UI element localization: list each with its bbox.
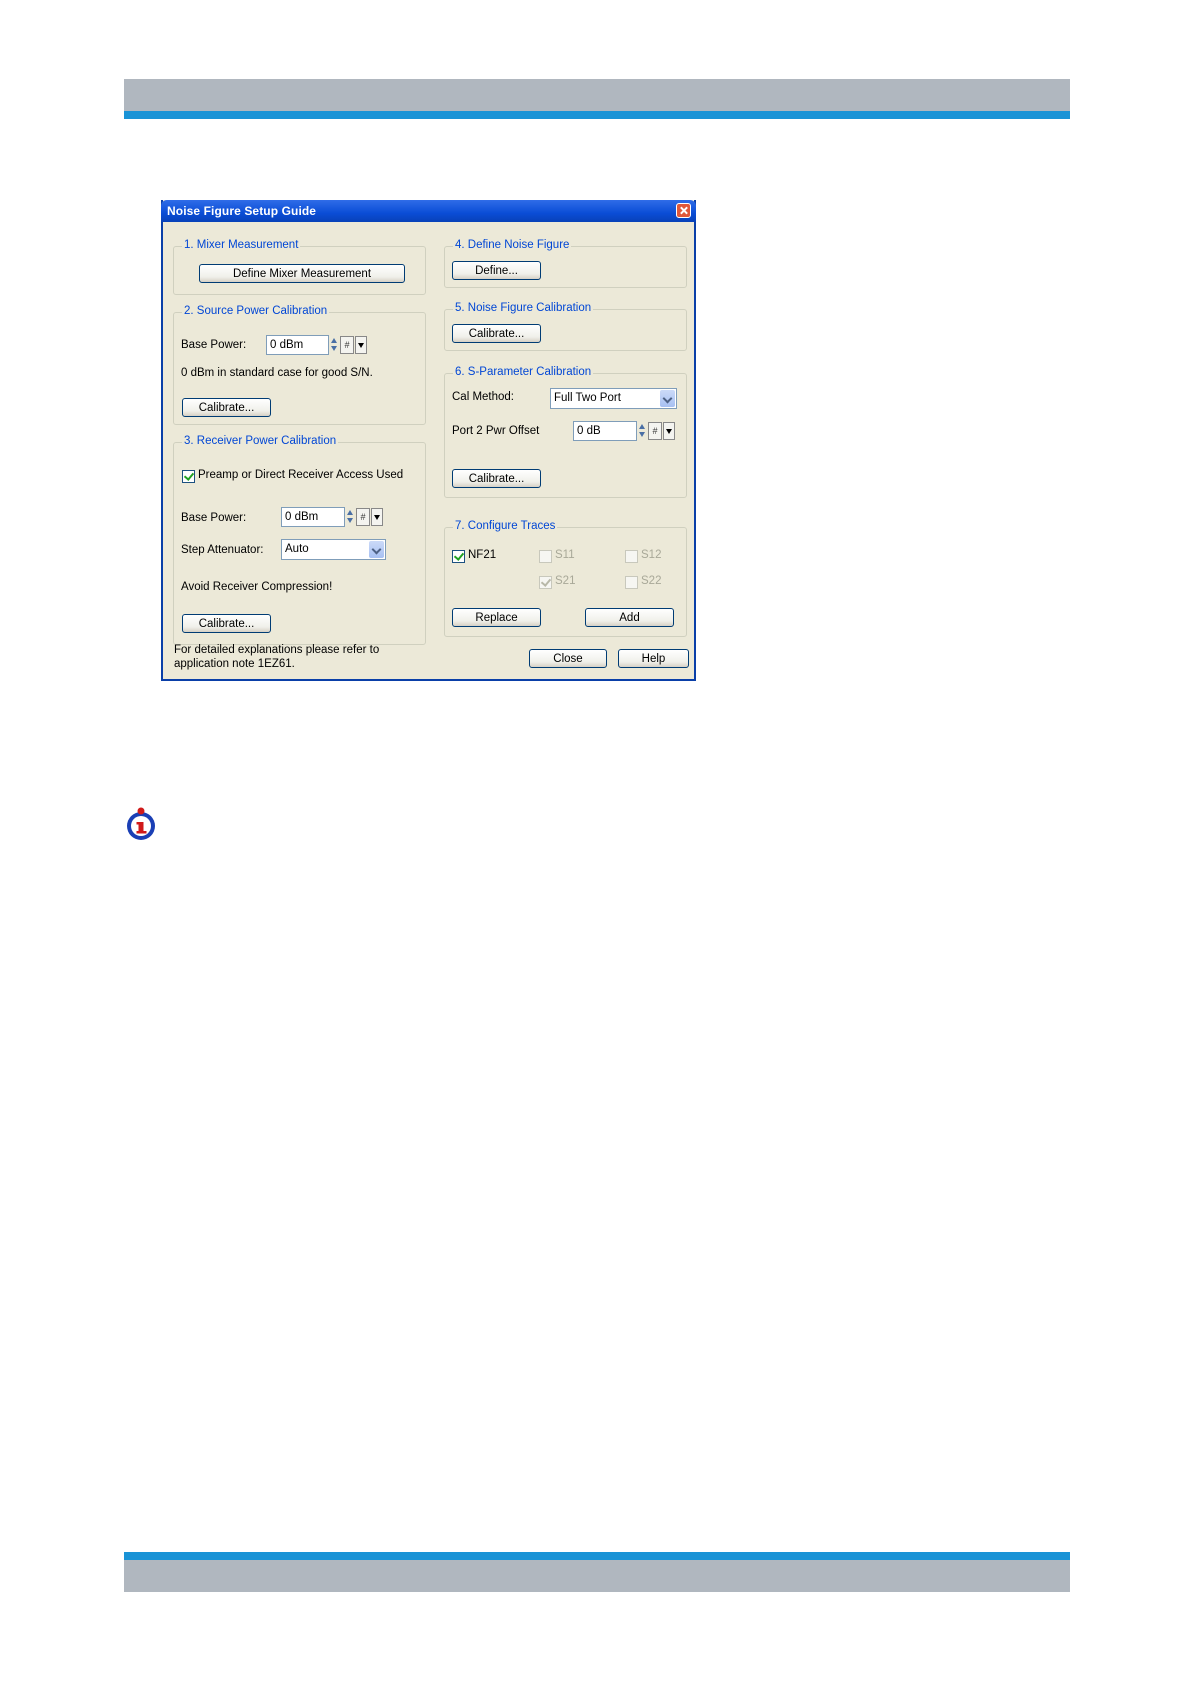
cal-method-select[interactable]: Full Two Port [550,388,677,409]
close-button[interactable]: Close [529,649,607,668]
group-title-nf-calibration: 5. Noise Figure Calibration [453,302,594,314]
chevron-down-icon[interactable] [369,541,384,558]
group-title-source-power: 2. Source Power Calibration [182,305,330,317]
preamp-label: Preamp or Direct Receiver Access Used [198,469,404,481]
port2-offset-field[interactable]: 0 dB [573,421,637,441]
group-configure-traces: 7. Configure Traces NF21 S11 S12 S21 S22… [444,520,687,637]
nf21-label: NF21 [468,549,497,561]
group-source-power-calibration: 2. Source Power Calibration Base Power: … [173,305,426,425]
source-power-note: 0 dBm in standard case for good S/N. [181,367,373,379]
group-title-receiver-power: 3. Receiver Power Calibration [182,435,339,447]
port2-offset-spinner-icon[interactable] [638,421,647,441]
help-button[interactable]: Help [618,649,689,668]
footer-accent-bar [124,1552,1070,1560]
receiver-base-power-spinner-icon[interactable] [346,507,355,527]
s12-checkbox[interactable] [625,550,638,563]
cal-method-value: Full Two Port [554,392,621,404]
receiver-base-power-dropdown-icon[interactable] [371,508,383,526]
group-sparameter-calibration: 6. S-Parameter Calibration Cal Method: F… [444,366,687,498]
receiver-power-calibrate-button[interactable]: Calibrate... [182,614,271,633]
source-power-calibrate-button[interactable]: Calibrate... [182,398,271,417]
step-attenuator-select[interactable]: Auto [281,539,386,560]
dialog-titlebar[interactable]: Noise Figure Setup Guide [161,200,696,222]
s22-label: S22 [641,575,662,587]
port2-step-symbol-icon[interactable]: # [648,422,662,440]
sparameter-calibrate-button[interactable]: Calibrate... [452,469,541,488]
s22-checkbox[interactable] [625,576,638,589]
source-step-symbol-icon[interactable]: # [340,336,354,354]
footer-note-line1: For detailed explanations please refer t… [174,644,380,656]
group-title-define-nf: 4. Define Noise Figure [453,239,572,251]
s21-checkbox[interactable] [539,576,552,589]
source-base-power-field[interactable]: 0 dBm [266,335,329,355]
add-trace-button[interactable]: Add [585,608,674,627]
step-attenuator-value: Auto [285,543,309,555]
s11-label: S11 [555,549,575,561]
group-title-traces: 7. Configure Traces [453,520,558,532]
cal-method-label: Cal Method: [452,391,515,403]
receiver-power-note: Avoid Receiver Compression! [181,581,333,593]
close-icon[interactable] [676,203,691,218]
port2-offset-label: Port 2 Pwr Offset [452,425,540,437]
source-base-power-dropdown-icon[interactable] [355,336,367,354]
dialog-title: Noise Figure Setup Guide [167,204,317,218]
group-noise-figure-calibration: 5. Noise Figure Calibration Calibrate... [444,302,687,351]
source-base-power-label: Base Power: [181,339,247,351]
noise-figure-calibrate-button[interactable]: Calibrate... [452,324,541,343]
header-accent-bar [124,111,1070,119]
group-receiver-power-calibration: 3. Receiver Power Calibration Preamp or … [173,435,426,645]
define-noise-figure-button[interactable]: Define... [452,261,541,280]
footer-note-line2: application note 1EZ61. [174,658,295,670]
group-define-noise-figure: 4. Define Noise Figure Define... [444,239,687,288]
s11-checkbox[interactable] [539,550,552,563]
header-band [124,79,1070,111]
noise-figure-setup-dialog: Noise Figure Setup Guide 1. Mixer Measur… [161,200,696,681]
receiver-base-power-label: Base Power: [181,512,247,524]
group-mixer-measurement: 1. Mixer Measurement Define Mixer Measur… [173,239,426,295]
footer-band [124,1560,1070,1592]
group-title-sparameter: 6. S-Parameter Calibration [453,366,594,378]
step-attenuator-label: Step Attenuator: [181,544,264,556]
source-base-power-spinner-icon[interactable] [330,335,339,355]
s21-label: S21 [555,575,576,587]
group-title-mixer: 1. Mixer Measurement [182,239,301,251]
define-mixer-measurement-button[interactable]: Define Mixer Measurement [199,264,405,283]
nf21-checkbox[interactable] [452,550,465,563]
chevron-down-icon[interactable] [660,390,675,407]
s12-label: S12 [641,549,662,561]
preamp-checkbox[interactable] [182,470,195,483]
info-icon [127,807,155,840]
receiver-step-symbol-icon[interactable]: # [356,508,370,526]
port2-offset-dropdown-icon[interactable] [663,422,675,440]
receiver-base-power-field[interactable]: 0 dBm [281,507,345,527]
replace-trace-button[interactable]: Replace [452,608,541,627]
